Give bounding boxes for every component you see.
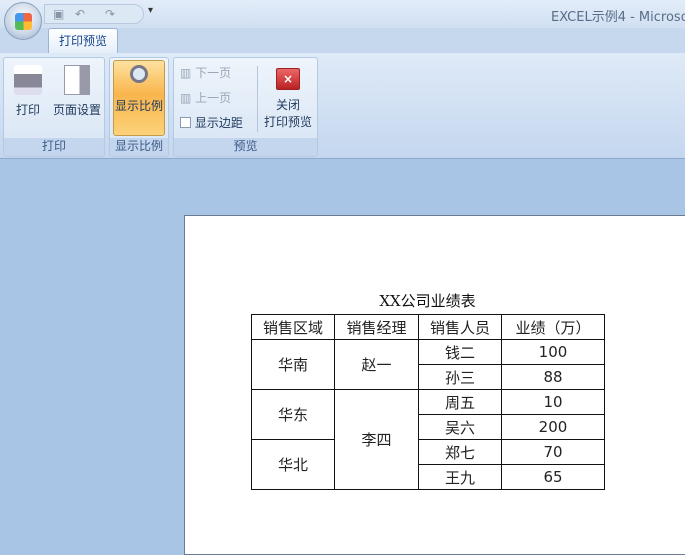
print-group: 打印 页面设置 打印 <box>3 57 105 157</box>
region-cell: 华南 <box>251 339 335 390</box>
title-bar: ▣ ↶ ↷ ▾ EXCEL示例4 - Microso <box>0 0 685 28</box>
preview-group: ▥ 下一页 ▥ 上一页 显示边距 × 关闭 打印预览 预览 <box>173 57 318 157</box>
office-button[interactable] <box>4 2 42 40</box>
region-cell: 华东 <box>251 389 335 440</box>
table-header: 销售区域 销售经理 销售人员 业绩（万） <box>251 314 605 340</box>
prev-page-icon: ▥ <box>180 91 192 105</box>
salesperson-cell: 吴六 <box>418 414 502 440</box>
close-icon: × <box>276 68 300 90</box>
table-row: 华北 郑七 70 <box>251 439 605 490</box>
header-cell: 销售区域 <box>251 314 335 340</box>
header-cell: 业绩（万） <box>501 314 605 340</box>
salesperson-cell: 王九 <box>418 464 502 490</box>
magnifier-icon <box>130 65 148 83</box>
table-row: 华东 李四 周五 10 <box>251 389 605 490</box>
page-setup-button[interactable]: 页面设置 <box>50 60 104 118</box>
tab-print-preview[interactable]: 打印预览 <box>48 28 118 54</box>
close-preview-button[interactable]: × 关闭 打印预览 <box>260 60 316 130</box>
salesperson-cell: 周五 <box>418 389 502 415</box>
prev-page-button[interactable]: ▥ 上一页 <box>180 89 231 106</box>
checkbox-icon <box>180 117 191 128</box>
preview-group-label: 预览 <box>174 138 317 156</box>
manager-cell: 赵一 <box>334 339 419 390</box>
save-icon[interactable]: ▣ <box>53 8 67 21</box>
performance-cell: 200 <box>501 414 605 440</box>
performance-cell: 88 <box>501 364 605 390</box>
salesperson-cell: 钱二 <box>418 339 502 365</box>
performance-cell: 65 <box>501 464 605 490</box>
print-button[interactable]: 打印 <box>8 60 48 118</box>
zoom-group-label: 显示比例 <box>110 138 168 156</box>
ribbon-tabs: 打印预览 <box>0 28 685 54</box>
page-setup-icon <box>64 65 90 95</box>
header-cell: 销售经理 <box>334 314 419 340</box>
performance-cell: 70 <box>501 439 605 465</box>
show-margins-checkbox[interactable]: 显示边距 <box>180 114 243 131</box>
printer-icon <box>14 65 42 95</box>
performance-cell: 10 <box>501 389 605 415</box>
header-cell: 销售人员 <box>418 314 502 340</box>
redo-icon[interactable]: ↷ <box>105 8 119 21</box>
region-cell: 华北 <box>251 439 335 490</box>
customize-qat-button[interactable]: ▾ <box>148 5 153 16</box>
print-group-label: 打印 <box>4 138 104 156</box>
undo-icon[interactable]: ↶ <box>75 8 89 21</box>
manager-cell: 李四 <box>334 389 419 490</box>
next-page-icon: ▥ <box>180 66 192 80</box>
zoom-group: 显示比例 显示比例 <box>109 57 169 157</box>
table-row: 华南 赵一 钱二 100 <box>251 339 605 390</box>
zoom-button[interactable]: 显示比例 <box>113 60 165 136</box>
sheet-title: XX公司业绩表 <box>379 292 476 310</box>
separator <box>257 66 258 132</box>
salesperson-cell: 孙三 <box>418 364 502 390</box>
sales-table: 销售区域 销售经理 销售人员 业绩（万） 华南 赵一 钱二 100 孙三 88 … <box>251 314 605 490</box>
performance-cell: 100 <box>501 339 605 365</box>
next-page-button[interactable]: ▥ 下一页 <box>180 64 231 81</box>
salesperson-cell: 郑七 <box>418 439 502 465</box>
ribbon: 打印 页面设置 打印 显示比例 显示比例 ▥ 下一页 ▥ 上一页 显示边距 × … <box>0 53 685 159</box>
quick-access-toolbar: ▣ ↶ ↷ <box>44 4 144 24</box>
window-title: EXCEL示例4 - Microso <box>551 10 685 25</box>
office-logo-icon <box>15 13 32 30</box>
